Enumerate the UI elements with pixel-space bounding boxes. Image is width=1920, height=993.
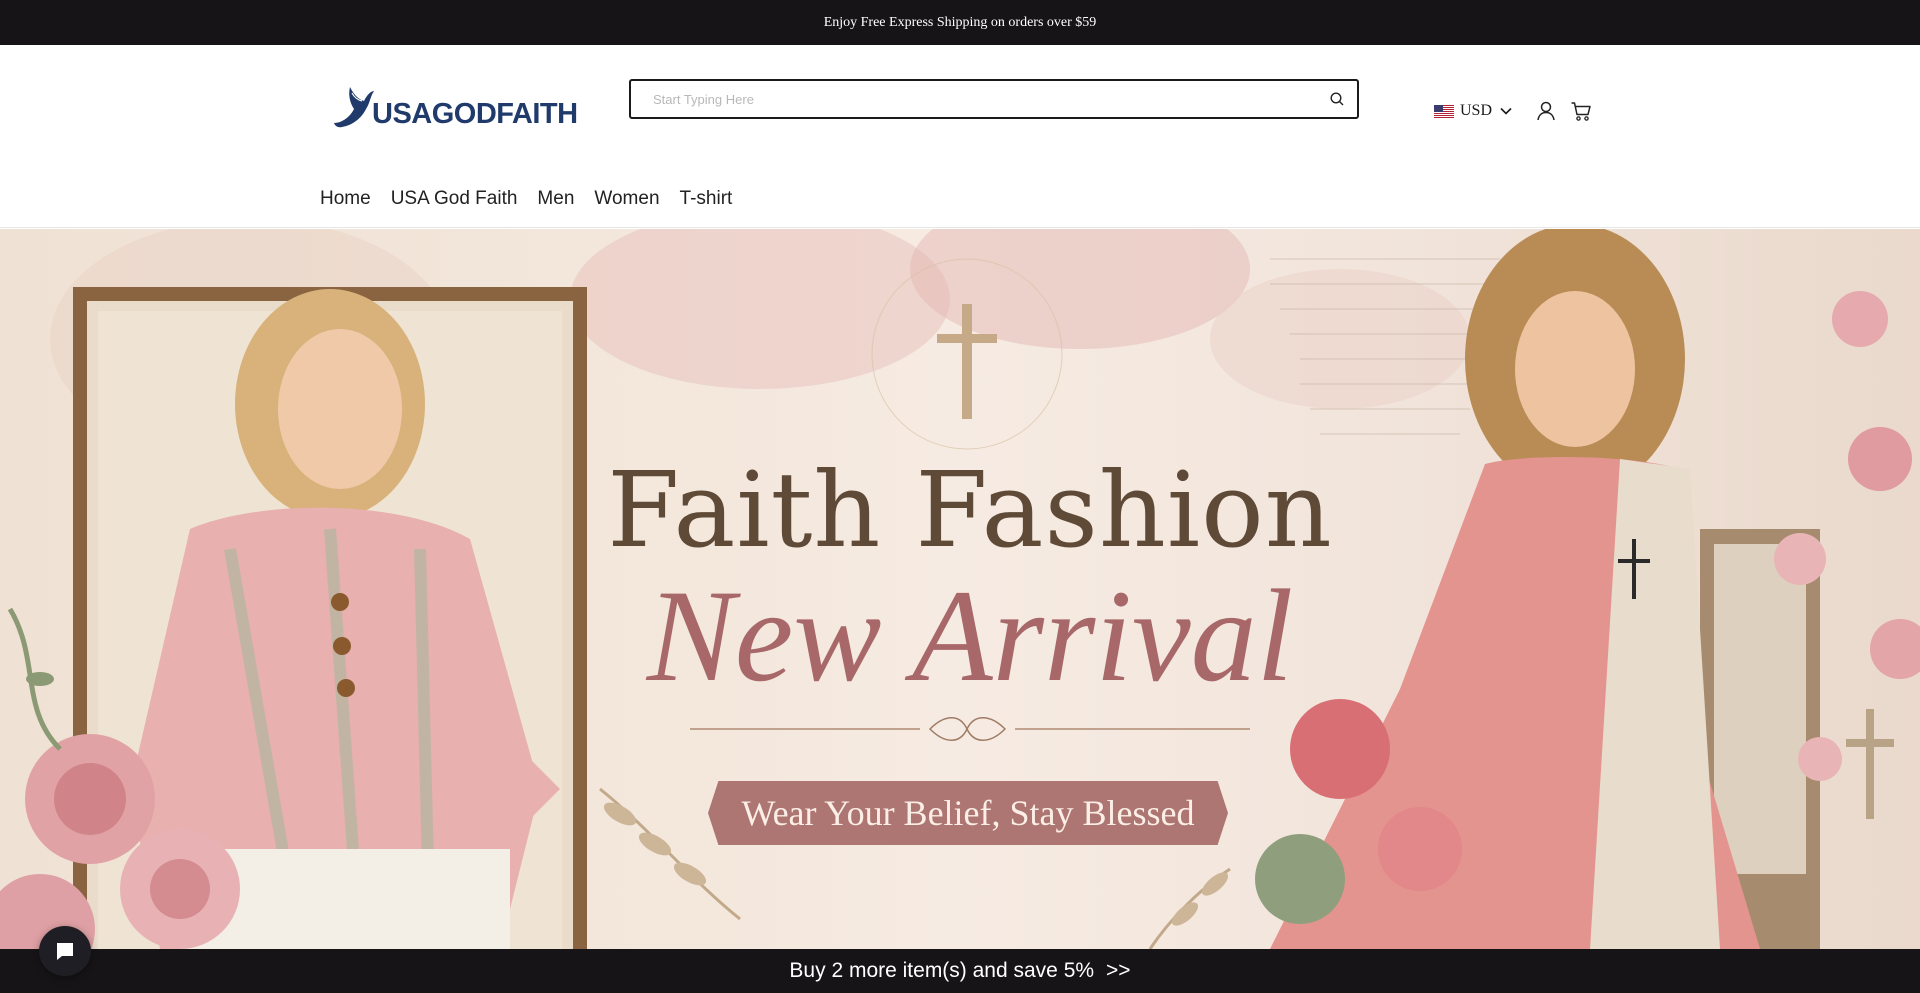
nav-item-home[interactable]: Home — [320, 188, 371, 210]
hero-tagline: Wear Your Belief, Stay Blessed — [741, 793, 1195, 833]
site-logo[interactable]: USAGODFAITH — [328, 83, 578, 133]
announcement-bar: Enjoy Free Express Shipping on orders ov… — [0, 0, 1920, 45]
search-input[interactable] — [631, 81, 1291, 117]
currency-selector[interactable]: USD — [1434, 101, 1512, 121]
announcement-text: Enjoy Free Express Shipping on orders ov… — [823, 14, 1097, 30]
nav-item-women[interactable]: Women — [594, 188, 659, 210]
chat-bubble-icon — [57, 943, 73, 960]
hero-banner[interactable]: Faith Fashion New Arrival Wear Your Beli… — [0, 229, 1920, 949]
dove-logo-icon — [334, 87, 374, 128]
logo-text: USAGODFAITH — [372, 97, 578, 130]
currency-label: USD — [1460, 102, 1493, 119]
nav-item-usa-god-faith[interactable]: USA God Faith — [391, 188, 518, 210]
hero-script-title: New Arrival — [646, 562, 1294, 709]
hero-text-block: Faith Fashion New Arrival Wear Your Beli… — [560, 229, 1380, 949]
hero-title: Faith Fashion — [607, 449, 1333, 571]
search-bar — [629, 79, 1359, 119]
chevron-down-icon — [1500, 107, 1512, 115]
nav-item-t-shirt[interactable]: T-shirt — [680, 188, 733, 210]
search-icon[interactable] — [1329, 91, 1345, 107]
promo-text: Buy 2 more item(s) and save 5% — [789, 959, 1095, 982]
site-header: USAGODFAITH USD — [0, 45, 1920, 228]
promo-arrows: >> — [1106, 959, 1131, 982]
nav-item-men[interactable]: Men — [537, 188, 574, 210]
user-icon[interactable] — [1535, 100, 1557, 122]
main-nav: Home USA God Faith Men Women T-shirt — [320, 188, 752, 210]
cart-icon[interactable] — [1570, 100, 1592, 122]
promo-bar[interactable]: Buy 2 more item(s) and save 5% >> — [0, 949, 1920, 993]
us-flag-icon — [1434, 104, 1454, 118]
chat-button[interactable] — [39, 926, 91, 976]
hero-tagline-ribbon: Wear Your Belief, Stay Blessed — [708, 781, 1228, 845]
